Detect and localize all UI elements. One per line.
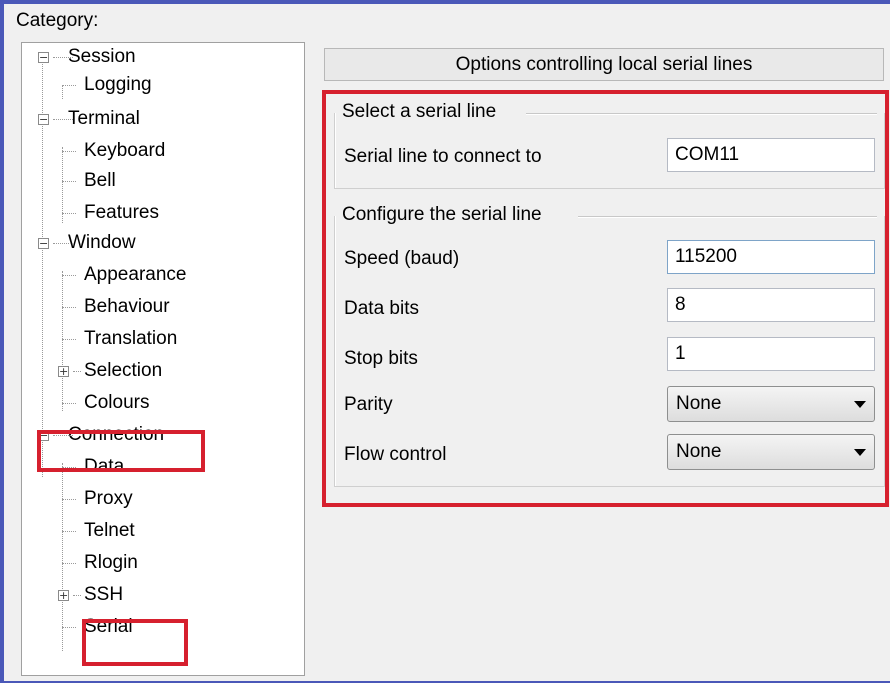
tree-item-label: Behaviour [84, 296, 170, 317]
tree-item-rlogin[interactable]: Rlogin [32, 549, 140, 577]
parity-label: Parity [344, 394, 393, 415]
tree-item-terminal[interactable]: − Terminal [32, 105, 142, 133]
tree-item-label: Bell [84, 170, 116, 191]
tree-item-label: Colours [84, 392, 150, 413]
collapse-icon[interactable]: − [38, 114, 49, 125]
serial-highlight-box [82, 619, 188, 666]
parity-value: None [676, 393, 722, 414]
tree-item-label: Logging [84, 74, 152, 95]
dropdown-arrow-icon [854, 449, 866, 456]
tree-item-telnet[interactable]: Telnet [32, 517, 137, 545]
tree-item-ssh[interactable]: + SSH [32, 581, 125, 609]
tree-item-label: Keyboard [84, 140, 166, 161]
collapse-icon[interactable]: − [38, 238, 49, 249]
stop-bits-label: Stop bits [344, 348, 418, 369]
expand-icon[interactable]: + [58, 366, 69, 377]
tree-item-label: Telnet [84, 520, 135, 541]
tree-item-appearance[interactable]: Appearance [32, 261, 188, 289]
speed-label: Speed (baud) [344, 248, 460, 269]
tree-item-colours[interactable]: Colours [32, 389, 151, 417]
dropdown-arrow-icon [854, 401, 866, 408]
tree-item-label: Features [84, 202, 159, 223]
tree-item-label: Session [68, 46, 136, 67]
tree-item-label: SSH [84, 584, 124, 605]
flow-control-select[interactable]: None [667, 434, 875, 470]
tree-item-behaviour[interactable]: Behaviour [32, 293, 172, 321]
tree-item-bell[interactable]: Bell [32, 167, 118, 195]
expand-icon[interactable]: + [58, 590, 69, 601]
data-bits-input[interactable]: 8 [667, 288, 875, 322]
connection-highlight-box [37, 430, 205, 472]
collapse-icon[interactable]: − [38, 52, 49, 63]
tree-item-label: Window [68, 232, 136, 253]
speed-input[interactable]: 115200 [667, 240, 875, 274]
tree-item-label: Terminal [68, 108, 140, 129]
tree-item-label: Appearance [84, 264, 187, 285]
config-window: Category: − Session Logging − Terminal K… [0, 0, 890, 683]
tree-item-label: Proxy [84, 488, 133, 509]
category-label: Category: [16, 10, 99, 31]
data-bits-label: Data bits [344, 298, 419, 319]
category-tree: − Session Logging − Terminal Keyboard Be… [21, 42, 305, 676]
panel-header: Options controlling local serial lines [324, 48, 884, 81]
tree-item-session[interactable]: − Session [32, 43, 138, 71]
flow-control-label: Flow control [344, 444, 447, 465]
tree-item-label: Rlogin [84, 552, 138, 573]
tree-item-window[interactable]: − Window [32, 229, 138, 257]
tree-item-features[interactable]: Features [32, 199, 161, 227]
tree-item-selection[interactable]: + Selection [32, 357, 164, 385]
tree-item-proxy[interactable]: Proxy [32, 485, 135, 513]
flow-control-value: None [676, 441, 722, 462]
parity-select[interactable]: None [667, 386, 875, 422]
tree-item-logging[interactable]: Logging [32, 71, 154, 99]
serial-line-input[interactable]: COM11 [667, 138, 875, 172]
tree-item-keyboard[interactable]: Keyboard [32, 137, 167, 165]
serial-line-label: Serial line to connect to [344, 146, 542, 167]
tree-item-label: Selection [84, 360, 163, 381]
tree-item-translation[interactable]: Translation [32, 325, 179, 353]
tree-item-label: Translation [84, 328, 178, 349]
stop-bits-input[interactable]: 1 [667, 337, 875, 371]
